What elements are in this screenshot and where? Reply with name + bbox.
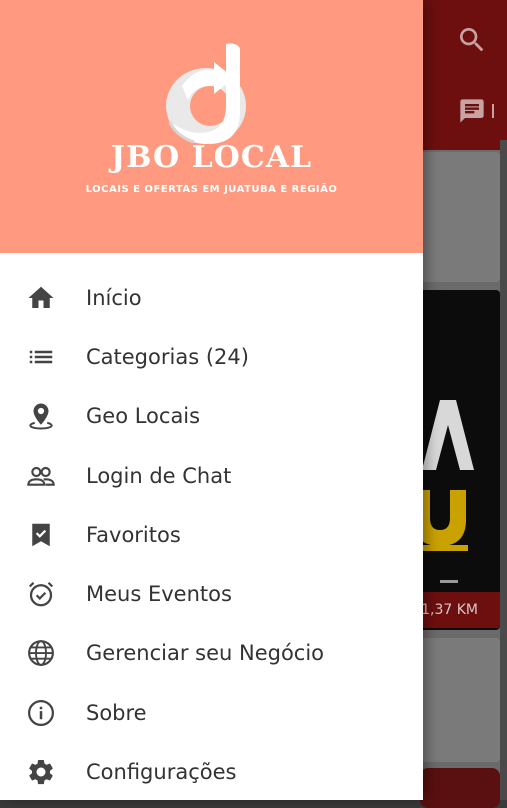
search-icon[interactable] bbox=[456, 24, 488, 56]
menu-item-label: Categorias (24) bbox=[86, 344, 249, 369]
menu-item-gerenciar-negocio[interactable]: Gerenciar seu Negócio bbox=[0, 624, 423, 683]
toolbar-divider bbox=[492, 104, 494, 118]
listing-card[interactable] bbox=[420, 768, 500, 808]
menu-item-label: Gerenciar seu Negócio bbox=[86, 641, 325, 666]
people-icon bbox=[25, 460, 57, 492]
menu-item-label: Meus Eventos bbox=[86, 582, 232, 607]
bookmark-check-icon bbox=[25, 519, 57, 551]
menu-item-sobre[interactable]: Sobre bbox=[0, 683, 423, 742]
menu-item-label: Login de Chat bbox=[86, 463, 232, 488]
menu-item-label: Favoritos bbox=[86, 522, 181, 547]
drawer-header: JBO LOCAL LOCAIS E OFERTAS EM JUATUBA E … bbox=[0, 0, 423, 253]
drawer-menu: Início Categorias (24) Geo Locais Login … bbox=[0, 268, 423, 802]
menu-item-label: Geo Locais bbox=[86, 404, 201, 429]
alarm-check-icon bbox=[25, 578, 57, 610]
menu-item-meus-eventos[interactable]: Meus Eventos bbox=[0, 564, 423, 623]
list-icon bbox=[25, 341, 57, 373]
info-icon bbox=[25, 697, 57, 729]
menu-item-favoritos[interactable]: Favoritos bbox=[0, 505, 423, 564]
menu-item-label: Configurações bbox=[86, 760, 237, 785]
globe-icon bbox=[25, 637, 57, 669]
menu-item-inicio[interactable]: Início bbox=[0, 268, 423, 327]
menu-item-geo-locais[interactable]: Geo Locais bbox=[0, 387, 423, 446]
menu-item-configuracoes[interactable]: Configurações bbox=[0, 742, 423, 801]
menu-item-label: Início bbox=[86, 285, 142, 310]
jbo-logo-icon bbox=[166, 43, 246, 144]
brand-name: JBO LOCAL bbox=[110, 140, 313, 175]
menu-item-label: Sobre bbox=[86, 700, 147, 725]
gear-icon bbox=[25, 756, 57, 788]
brand-tagline: LOCAIS E OFERTAS EM JUATUBA E REGIÃO bbox=[85, 184, 338, 195]
menu-item-login-chat[interactable]: Login de Chat bbox=[0, 446, 423, 505]
menu-item-categorias[interactable]: Categorias (24) bbox=[0, 327, 423, 386]
location-pin-icon bbox=[25, 400, 57, 432]
chat-icon[interactable] bbox=[458, 97, 486, 125]
home-icon bbox=[25, 282, 57, 314]
navigation-drawer: JBO LOCAL LOCAIS E OFERTAS EM JUATUBA E … bbox=[0, 0, 423, 800]
scrollbar[interactable] bbox=[500, 140, 507, 800]
